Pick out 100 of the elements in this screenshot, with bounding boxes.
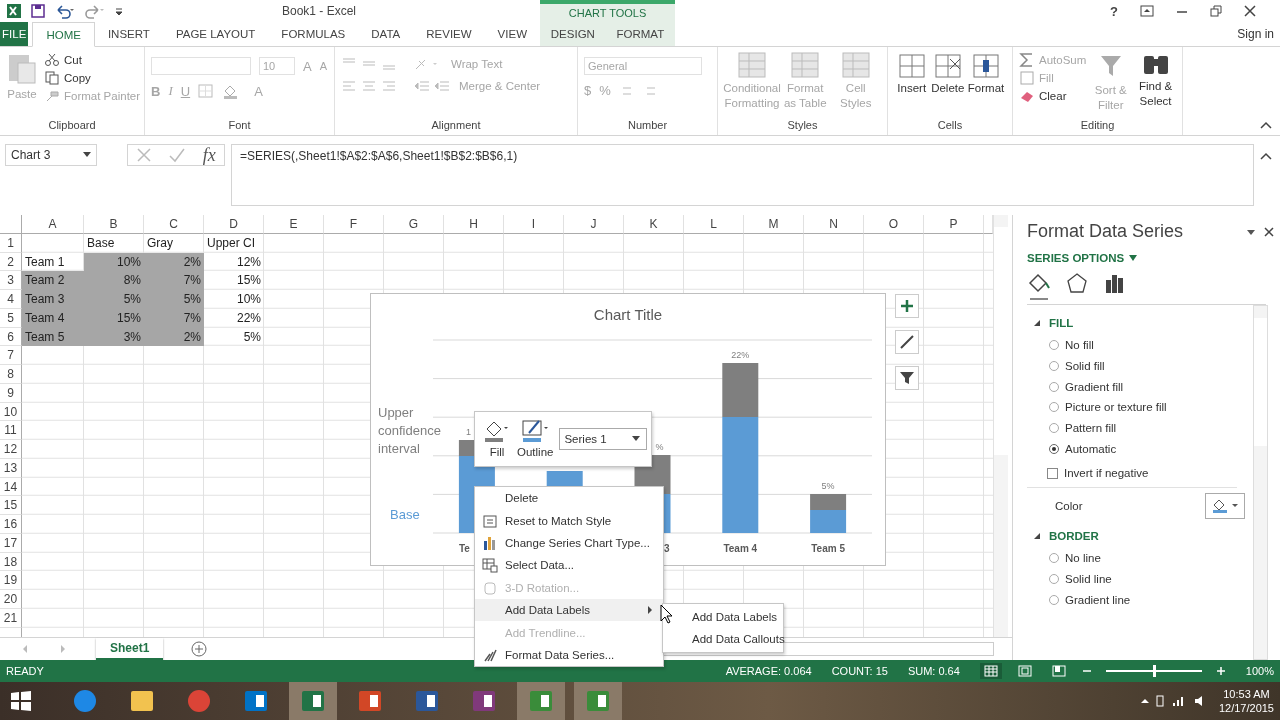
table-cell-text: Gray [146,234,174,252]
sign-in-link[interactable]: Sign in [1237,27,1280,41]
window-title: Book1 - Excel [282,4,357,18]
ribbon-tab[interactable]: REVIEW [413,22,485,46]
clock-time[interactable]: 10:53 AM [1223,687,1270,701]
row-header[interactable]: 11 [0,421,22,440]
context-tab-header: CHART TOOLS [540,0,675,22]
radio-label[interactable]: Solid fill [1065,360,1105,373]
sheet-tab[interactable]: Sheet1 [96,638,164,660]
row-header[interactable]: 3 [0,271,22,290]
formula-field[interactable]: =SERIES(,Sheet1!$A$2:$A$6,Sheet1!$B$2:$B$6,1) [231,144,1254,206]
radio-label[interactable]: Picture or texture fill [1065,401,1167,414]
row-header[interactable]: 8 [0,365,22,384]
status-statistic: AVERAGE: 0.064 [725,665,812,677]
axis-label: Team 4 [723,543,758,554]
row-header[interactable]: 4 [0,290,22,309]
status-statistic: COUNT: 15 [831,665,888,677]
group-label: Number [626,119,669,133]
data-label: 1 [465,427,471,437]
format-button[interactable]: Format [967,51,1005,119]
series-label: Upper confidence interval [378,405,441,456]
delete-button[interactable]: Delete [931,51,965,119]
chart-title[interactable]: Chart Title [593,306,663,323]
table-cell-text: Team 1 [24,253,66,271]
row-header[interactable]: 7 [0,346,22,365]
radio-label[interactable]: Solid line [1065,573,1112,586]
section-header[interactable]: FILL [1049,317,1074,329]
axis-label: 3 [663,543,670,554]
ribbon-tab[interactable]: FILE [0,22,29,46]
row-header[interactable]: 15 [0,496,22,515]
radio-label[interactable]: Pattern fill [1065,422,1117,435]
ribbon-tab[interactable]: FORMAT [610,22,671,46]
table-cell-text: Upper CI [206,234,257,252]
data-label: % [655,442,664,452]
ribbon-tab[interactable]: INSERT [94,22,163,46]
ribbon-tab[interactable]: FORMULAS [268,22,359,46]
table-cell-text: 15% [235,272,262,290]
group-label: Alignment [430,119,482,133]
group-label: Cells [936,119,964,133]
data-label: 22% [731,350,750,360]
row-header[interactable]: 20 [0,590,22,609]
table-cell: 7% [144,271,204,290]
ribbon-tab[interactable]: HOME [32,22,95,47]
insert-function-button[interactable]: fx [202,144,216,166]
table-cell-text: Base [86,234,116,252]
menu-item[interactable]: Reset to Match Style [505,514,663,527]
checkbox-label[interactable]: Invert if negative [1064,467,1149,480]
fill-button[interactable]: Fill [489,446,505,458]
insert-button[interactable]: Insert [895,51,928,119]
series-dropdown[interactable]: Series 1 [559,428,648,450]
ribbon-tab[interactable]: PAGE LAYOUT [162,22,269,46]
table-cell: 8% [84,271,144,290]
table-cell: 2% [144,252,204,272]
menu-item[interactable]: Delete [505,492,663,505]
section-header[interactable]: BORDER [1049,530,1099,543]
table-cell-text: 5% [242,328,262,346]
series-label: Base [390,507,420,522]
clear-button[interactable]: Clear [1019,89,1087,103]
status-mode: READY [6,665,44,677]
ribbon-tab[interactable]: VIEW [484,22,540,46]
cut-button[interactable]: Cut [44,53,141,67]
data-label: 5% [821,481,835,491]
table-cell-text: 12% [235,253,262,271]
status-statistic: SUM: 0.64 [907,665,960,677]
pane-title: Format Data Series [1027,221,1185,242]
name-box[interactable]: Chart 3 [5,144,97,166]
table-cell: 5% [144,290,204,309]
menu-item[interactable]: Format Data Series... [505,648,663,661]
row-header[interactable]: 16 [0,515,22,534]
group-label: Font [227,119,252,133]
table-cell: 5% [84,290,144,309]
radio-label[interactable]: Automatic [1065,442,1117,455]
outline-button[interactable]: Outline [517,446,554,458]
radio-label[interactable]: No line [1065,552,1101,565]
table-cell: Team 2 [22,271,84,290]
group-label: Styles [786,119,819,133]
table-cell: Team 3 [22,290,84,309]
menu-item[interactable]: Add Data Callouts [663,628,783,650]
help-button[interactable]: ? [1110,3,1118,19]
axis-label: Te [458,543,470,554]
menu-item[interactable]: Change Series Chart Type... [505,536,663,549]
ribbon-tab[interactable]: DESIGN [544,22,601,46]
axis-label: Team 5 [811,543,845,554]
table-cell-text: 22% [235,309,262,327]
ribbon-tab[interactable]: DATA [358,22,414,46]
zoom-level[interactable]: 100% [1245,665,1274,677]
clock-date[interactable]: 12/17/2015 [1218,701,1274,715]
radio-label[interactable]: No fill [1065,339,1094,352]
radio-label[interactable]: Gradient line [1065,593,1131,606]
row-header[interactable]: 12 [0,440,22,459]
table-cell-text: 10% [235,291,262,308]
group-label: Editing [1079,119,1116,133]
series-options-dropdown[interactable]: SERIES OPTIONS [1027,252,1125,264]
color-label: Color [1055,500,1083,513]
radio-label[interactable]: Gradient fill [1065,380,1124,393]
find-button[interactable]: Find & Select [1135,51,1176,119]
table-cell: 10% [84,252,144,272]
group-label: Clipboard [47,119,97,133]
copy-button[interactable]: Copy [44,71,141,85]
row-header[interactable]: 19 [0,571,22,590]
